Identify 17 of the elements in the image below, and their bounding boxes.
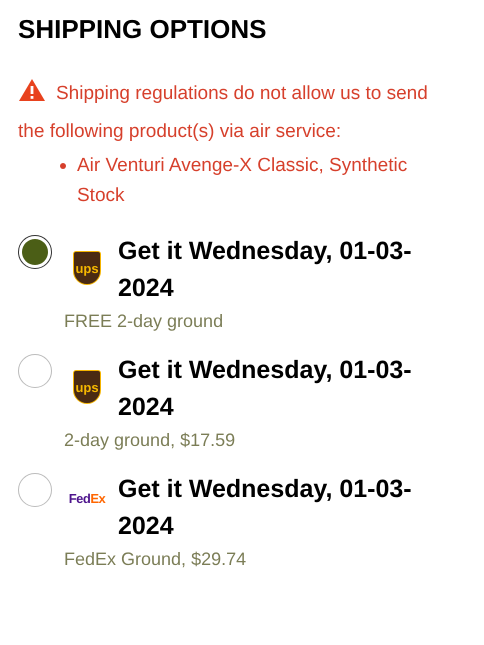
shipping-detail: 2-day ground, $17.59: [64, 430, 236, 451]
delivery-date: Get it Wednesday, 01-03-2024: [118, 474, 413, 542]
shipping-detail: FREE 2-day ground: [64, 311, 224, 332]
shipping-detail: FedEx Ground, $29.74: [64, 549, 248, 570]
bullet-icon: [60, 163, 66, 169]
product-item: Air Venturi Avenge-X Classic, Synthetic Stock: [77, 154, 408, 208]
radio-button[interactable]: [18, 354, 52, 388]
fedex-logo: FedEx: [68, 491, 106, 506]
section-title: SHIPPING OPTIONS: [18, 14, 268, 45]
warning-icon: [18, 78, 46, 102]
delivery-date: Get it Wednesday, 01-03-2024: [118, 236, 413, 304]
ups-logo: ups: [73, 251, 101, 285]
radio-button[interactable]: [18, 473, 52, 507]
radio-button[interactable]: [18, 235, 52, 269]
ups-logo: ups: [73, 370, 101, 404]
warning-message: Shipping regulations do not allow us to send the following product(s) via air service:: [18, 75, 458, 151]
delivery-date: Get it Wednesday, 01-03-2024: [118, 355, 413, 423]
